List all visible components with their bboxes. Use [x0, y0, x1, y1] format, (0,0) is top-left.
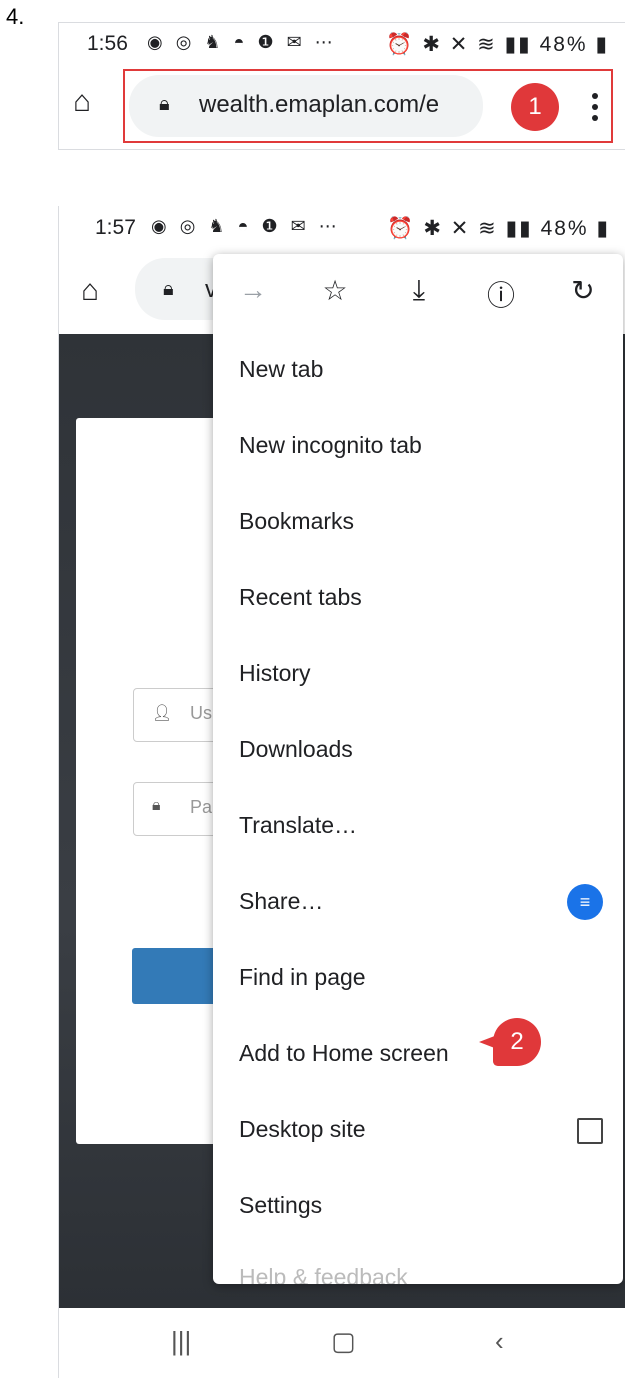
forward-icon[interactable]: → [233, 274, 273, 306]
lock-icon: 🔒︎ [159, 93, 170, 115]
star-icon[interactable]: ☆ [315, 274, 355, 307]
url-bar-row: ⌂ 🔒︎ wealth.emaplan.com/e 1 [59, 67, 625, 147]
callout-2: 2 [493, 1018, 541, 1066]
info-icon[interactable]: ⓘ [481, 274, 521, 314]
user-icon: 👤︎ [152, 705, 173, 722]
status-time-2: 1:57 [95, 216, 136, 239]
menu-item-new-incognito-tab[interactable]: New incognito tab [239, 432, 422, 459]
back-icon[interactable]: ‹ [495, 1326, 504, 1357]
menu-item-new-tab[interactable]: New tab [239, 356, 323, 383]
status-bar-2: 1:57 ◉ ◎ ♞ ◓ ❶ ✉ ⋯ ⏰ ✱ ✕ ≋ ▮▮ 48% ▮ [59, 206, 625, 250]
menu-item-recent-tabs[interactable]: Recent tabs [239, 584, 362, 611]
lock-icon-field: 🔒︎ [152, 797, 161, 814]
menu-item-settings[interactable]: Settings [239, 1192, 322, 1219]
recent-apps-icon[interactable]: ||| [171, 1326, 191, 1357]
more-options-icon[interactable] [592, 93, 598, 126]
chrome-overflow-menu: → ☆ ⤓ ⓘ ↻ New tab New incognito tab Book… [213, 254, 623, 1284]
menu-item-find-in-page[interactable]: Find in page [239, 964, 366, 991]
menu-item-translate[interactable]: Translate… [239, 812, 357, 839]
password-field[interactable]: 🔒︎ Pa [133, 782, 223, 836]
home-icon[interactable]: ⌂ [73, 85, 91, 119]
battery-percent: ⏰ ✱ ✕ ≋ ▮▮ 48% ▮ [386, 33, 609, 56]
lock-icon-2: 🔒︎ [163, 278, 174, 300]
menu-item-history[interactable]: History [239, 660, 311, 687]
menu-item-bookmarks[interactable]: Bookmarks [239, 508, 354, 535]
url-text[interactable]: wealth.emaplan.com/e [199, 91, 439, 119]
menu-item-downloads[interactable]: Downloads [239, 736, 353, 763]
menu-item-share[interactable]: Share… [239, 888, 323, 915]
download-icon[interactable]: ⤓ [399, 274, 439, 307]
messages-icon[interactable]: ≡ [567, 884, 603, 920]
status-bar: 1:56 ◉ ◎ ♞ ◓ ❶ ✉ ⋯ ⏰ ✱ ✕ ≋ ▮▮ 48% ▮ [59, 23, 625, 67]
username-field[interactable]: 👤︎ Us [133, 688, 223, 742]
status-time: 1:56 [87, 32, 128, 55]
step-number: 4. [6, 4, 25, 29]
refresh-icon[interactable]: ↻ [563, 274, 603, 307]
screenshot-2: 1:57 ◉ ◎ ♞ ◓ ❶ ✉ ⋯ ⏰ ✱ ✕ ≋ ▮▮ 48% ▮ ⌂ 🔒︎… [58, 206, 625, 1378]
notification-icons-2: ◉ ◎ ♞ ◓ ❶ ✉ ⋯ [151, 216, 341, 236]
screenshot-1: 1:56 ◉ ◎ ♞ ◓ ❶ ✉ ⋯ ⏰ ✱ ✕ ≋ ▮▮ 48% ▮ ⌂ 🔒︎… [58, 22, 625, 150]
callout-1: 1 [511, 83, 559, 131]
menu-item-desktop-site[interactable]: Desktop site [239, 1116, 366, 1143]
home-icon-2[interactable]: ⌂ [81, 274, 99, 308]
notification-icons: ◉ ◎ ♞ ◓ ❶ ✉ ⋯ [147, 32, 337, 52]
desktop-site-checkbox[interactable] [577, 1118, 603, 1144]
battery-percent-2: ⏰ ✱ ✕ ≋ ▮▮ 48% ▮ [387, 217, 610, 240]
menu-top-icons: → ☆ ⤓ ⓘ ↻ [213, 254, 623, 334]
menu-item-add-to-home-screen[interactable]: Add to Home screen [239, 1040, 449, 1067]
android-nav-bar: ||| ▢ ‹ [59, 1308, 625, 1378]
home-button-icon[interactable]: ▢ [331, 1326, 356, 1357]
menu-item-help-feedback[interactable]: Help & feedback [239, 1264, 408, 1284]
